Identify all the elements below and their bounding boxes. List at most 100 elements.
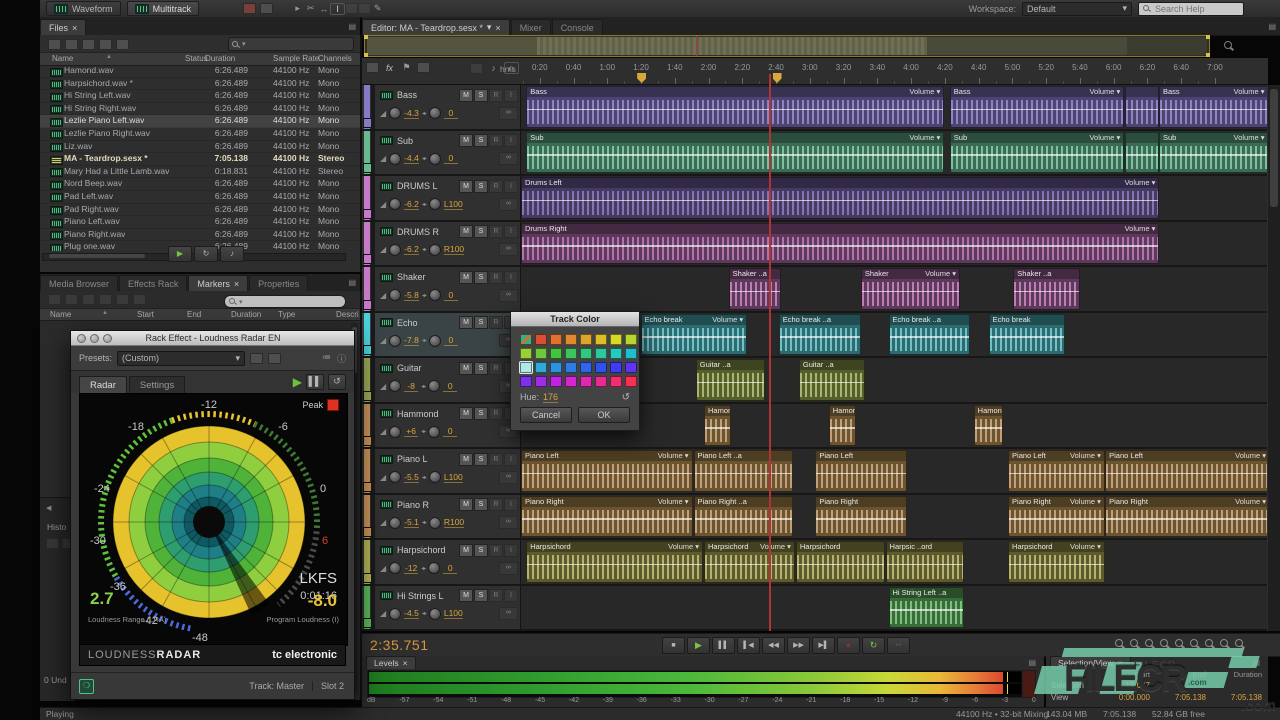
color-swatch[interactable] <box>595 334 607 345</box>
track-mute-button[interactable]: M <box>459 225 473 238</box>
clip-volume-envelope-label[interactable]: Volume ▾ <box>1089 133 1120 143</box>
track-name[interactable]: DRUMS L <box>397 181 455 191</box>
track-name[interactable]: Bass <box>397 90 455 100</box>
color-swatch[interactable] <box>580 362 592 373</box>
audio-clip[interactable]: HarpsichordVolume ▾ <box>526 541 703 583</box>
time-value[interactable]: 7:05.138 <box>1154 692 1206 704</box>
waveform-button[interactable]: Waveform <box>46 1 121 16</box>
pencil-tool-icon[interactable]: ✎ <box>371 3 384 14</box>
clip-volume-envelope-label[interactable]: Volume ▾ <box>1125 178 1156 188</box>
close-icon[interactable]: × <box>234 279 239 289</box>
tab-properties[interactable]: Properties <box>249 275 308 291</box>
color-swatch[interactable] <box>535 362 547 373</box>
column-header-sample-rate[interactable]: Sample Rate <box>273 54 319 63</box>
audio-clip[interactable]: SubVolume ▾ <box>526 132 944 174</box>
track-header-drums-l[interactable]: DRUMS LMSRI◢-6.2◂▸L100∞ <box>362 176 521 220</box>
clip-volume-envelope-label[interactable]: Volume ▾ <box>909 87 940 97</box>
volume-knob[interactable] <box>389 244 401 256</box>
cancel-button[interactable]: Cancel <box>520 407 572 423</box>
color-swatch[interactable] <box>625 376 637 387</box>
volume-knob[interactable] <box>389 107 401 119</box>
skip-selection-button[interactable]: ↦ <box>887 637 910 654</box>
track-io-icon[interactable]: ∞ <box>499 607 518 620</box>
track-volume-value[interactable]: -4.5 <box>404 608 419 619</box>
routing-icon[interactable]: ≔ <box>322 352 331 365</box>
track-volume-value[interactable]: -6.2 <box>404 244 419 255</box>
marker-flag-icon[interactable]: ⚑ <box>400 62 413 73</box>
session-overview-bar[interactable] <box>364 35 1210 57</box>
track-pan-value[interactable]: R100 <box>444 517 464 528</box>
note-icon[interactable]: ♪ <box>487 63 500 73</box>
file-row[interactable]: Hi String Right.wav6:26.48944100 HzMono <box>40 103 360 116</box>
pan-knob[interactable] <box>429 289 441 301</box>
tab-media-browser[interactable]: Media Browser <box>40 275 118 291</box>
zoom-out-full-button[interactable] <box>1113 638 1126 651</box>
audio-clip[interactable]: Piano Right ..a <box>694 496 793 538</box>
track-mute-button[interactable]: M <box>459 180 473 193</box>
track-solo-button[interactable]: S <box>474 271 488 284</box>
color-swatch[interactable] <box>610 348 622 359</box>
zoom-reset-button[interactable] <box>1173 638 1186 651</box>
file-row[interactable]: Liz.wav6:26.48944100 HzMono <box>40 141 360 154</box>
clip-volume-envelope-label[interactable]: Volume ▾ <box>658 451 689 461</box>
track-monitor-input-button[interactable]: I <box>504 271 518 284</box>
column-header-name[interactable]: Name <box>50 310 71 319</box>
color-swatch[interactable] <box>535 348 547 359</box>
file-row[interactable]: Hamond.wav6:26.48944100 HzMono <box>40 65 360 78</box>
add-subclip-icon[interactable] <box>65 294 78 305</box>
overview-handle[interactable] <box>1206 35 1210 39</box>
track-name[interactable]: Piano L <box>397 454 455 464</box>
track-arm-record-button[interactable]: R <box>489 362 503 375</box>
color-swatch[interactable] <box>520 348 532 359</box>
audio-clip[interactable]: Hi String Left ..a <box>889 587 965 629</box>
track-arm-record-button[interactable]: R <box>489 316 503 329</box>
track-solo-button[interactable]: S <box>474 89 488 102</box>
audio-clip[interactable]: Hamond <box>704 405 731 447</box>
record-button[interactable]: ● <box>837 637 860 654</box>
color-swatch[interactable] <box>520 362 532 373</box>
pan-knob[interactable] <box>429 517 441 529</box>
slip-tool-icon[interactable]: ↔ <box>317 4 330 14</box>
timeline-marker-icon[interactable] <box>773 73 782 83</box>
audio-clip[interactable]: ShakerVolume ▾ <box>861 268 960 310</box>
track-header-hi-strings-l[interactable]: Hi Strings LMSRI◢-4.5◂▸L100∞ <box>362 586 521 630</box>
color-swatch[interactable] <box>520 376 532 387</box>
track-solo-button[interactable]: S <box>474 134 488 147</box>
audio-clip[interactable]: Drums LeftVolume ▾ <box>521 177 1159 219</box>
audio-clip[interactable]: Drums RightVolume ▾ <box>521 223 1159 265</box>
timeline-ruler[interactable]: fx ⚑ ♪ ∩ hms 0:200:401:001:201:402:002:2… <box>362 58 1268 85</box>
track-monitor-input-button[interactable]: I <box>504 498 518 511</box>
track-name[interactable]: Sub <box>397 136 455 146</box>
track-arm-record-button[interactable]: R <box>489 89 503 102</box>
track-monitor-input-button[interactable]: I <box>504 544 518 557</box>
audio-clip[interactable]: Guitar ..a <box>799 359 865 401</box>
ruler-unit-label[interactable]: hms <box>500 64 516 74</box>
help-search[interactable] <box>1138 2 1244 16</box>
track-monitor-input-button[interactable]: I <box>504 134 518 147</box>
track-header-shaker[interactable]: ShakerMSRI◢-5.8◂▸0∞ <box>362 267 521 311</box>
track-io-icon[interactable]: ∞ <box>499 243 518 256</box>
volume-knob[interactable] <box>389 335 401 347</box>
clip-volume-envelope-label[interactable]: Volume ▾ <box>1070 451 1101 461</box>
track-name[interactable]: Echo <box>397 318 455 328</box>
color-swatch[interactable] <box>610 376 622 387</box>
tab-console[interactable]: Console <box>552 19 603 35</box>
ok-button[interactable]: OK <box>578 407 630 423</box>
color-swatch[interactable] <box>625 362 637 373</box>
track-volume-value[interactable]: -7.8 <box>404 335 419 346</box>
track-monitor-input-button[interactable]: I <box>504 89 518 102</box>
overview-handle[interactable] <box>364 53 368 57</box>
clip-volume-envelope-label[interactable]: Volume ▾ <box>658 497 689 507</box>
zoom-out-amplitude-button[interactable] <box>1143 638 1156 651</box>
track-pan-value[interactable]: R100 <box>444 244 464 255</box>
go-to-start-button[interactable]: ▌◀ <box>737 637 760 654</box>
audio-clip[interactable]: Echo break ..a <box>779 314 861 356</box>
pan-knob[interactable] <box>429 608 441 620</box>
window-titlebar[interactable]: Rack Effect - Loudness Radar EN <box>71 331 354 346</box>
track-io-icon[interactable]: ∞ <box>499 152 518 165</box>
clip-volume-envelope-label[interactable]: Volume ▾ <box>1089 87 1120 97</box>
column-header-descri[interactable]: Descri <box>336 310 359 319</box>
color-swatch[interactable] <box>595 376 607 387</box>
track-header-harpsichord[interactable]: HarpsichordMSRI◢-12◂▸0∞ <box>362 540 521 584</box>
track-pan-value[interactable]: L100 <box>444 472 463 483</box>
